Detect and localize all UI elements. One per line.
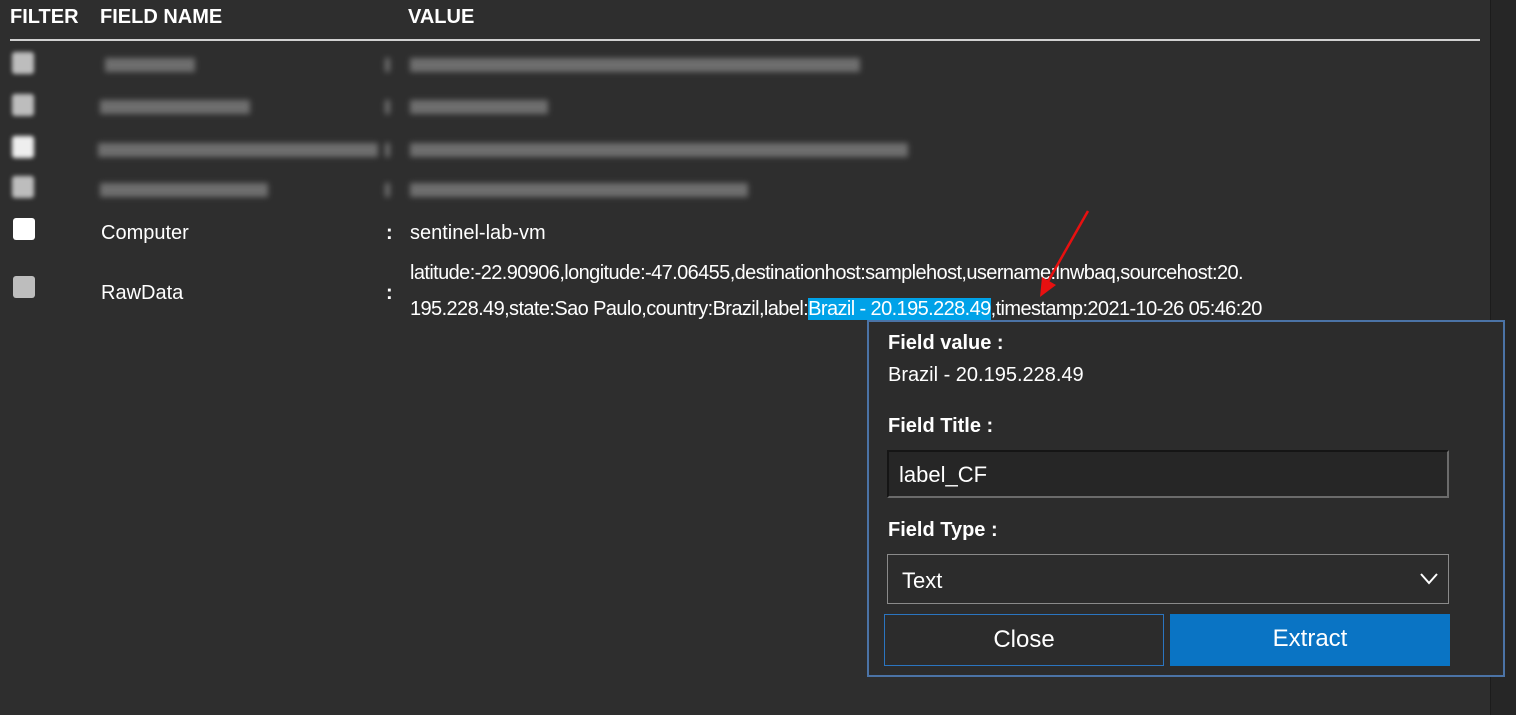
- column-header-value: VALUE: [408, 6, 475, 28]
- close-button[interactable]: Close: [884, 614, 1164, 666]
- column-header-filter: FILTER: [10, 6, 79, 28]
- arrow-annotation-icon: [1040, 210, 1090, 297]
- field-title-label: Field Title :: [888, 415, 994, 437]
- field-value-label: Field value :: [888, 332, 1004, 354]
- selected-text[interactable]: Brazil - 20.195.228.49: [808, 298, 991, 320]
- column-header-field-name: FIELD NAME: [100, 6, 223, 28]
- separator: :: [386, 282, 393, 304]
- filter-checkbox[interactable]: [13, 276, 35, 298]
- field-title-input[interactable]: label_CF: [887, 450, 1449, 498]
- field-name: RawData: [101, 282, 184, 304]
- chevron-down-icon: [1420, 573, 1438, 585]
- field-type-select[interactable]: Text: [887, 554, 1449, 604]
- field-name: Computer: [101, 222, 189, 244]
- extract-button[interactable]: Extract: [1170, 614, 1450, 666]
- field-value: sentinel-lab-vm: [410, 222, 546, 244]
- header-divider: [10, 39, 1480, 41]
- raw-data-line-1: latitude:-22.90906,longitude:-47.06455,d…: [410, 262, 1244, 284]
- filter-checkbox[interactable]: [12, 136, 34, 158]
- field-value: Brazil - 20.195.228.49: [888, 364, 1084, 386]
- field-type-label: Field Type :: [888, 519, 998, 541]
- extract-field-popup: Field value : Brazil - 20.195.228.49 Fie…: [867, 320, 1505, 677]
- filter-checkbox[interactable]: [12, 176, 34, 198]
- separator: :: [386, 222, 393, 244]
- raw-data-line-2[interactable]: 195.228.49,state:Sao Paulo,country:Brazi…: [410, 298, 1466, 321]
- filter-checkbox[interactable]: [12, 94, 34, 116]
- filter-checkbox[interactable]: [12, 52, 34, 74]
- filter-checkbox[interactable]: [13, 218, 35, 240]
